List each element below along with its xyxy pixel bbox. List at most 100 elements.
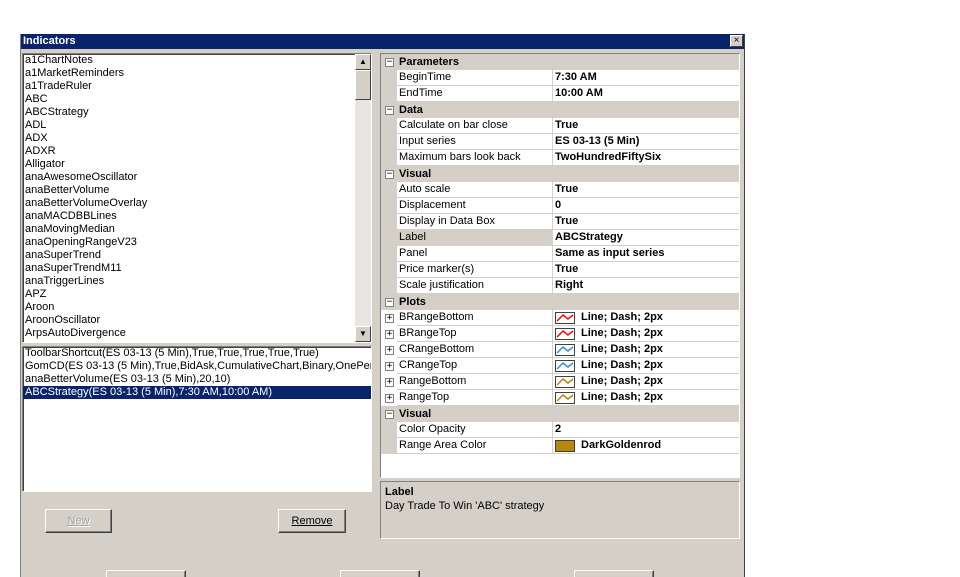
- plot-row[interactable]: + CRangeBottom Line; Dash; 2px: [381, 342, 739, 358]
- property-value[interactable]: TwoHundredFiftySix: [553, 150, 739, 166]
- ok-button[interactable]: [106, 570, 186, 577]
- property-row-color-opacity[interactable]: Color Opacity 2: [381, 422, 739, 438]
- applied-indicator-list[interactable]: ToolbarShortcut(ES 03-13 (5 Min),True,Tr…: [22, 346, 372, 492]
- scroll-down-icon[interactable]: ▼: [355, 326, 371, 342]
- property-row-label[interactable]: Label ABCStrategy: [381, 230, 739, 246]
- property-value[interactable]: Same as input series: [553, 246, 739, 262]
- property-value[interactable]: 7:30 AM: [553, 70, 739, 86]
- category-data[interactable]: − Data: [381, 102, 739, 118]
- property-grid[interactable]: − Parameters BeginTime 7:30 AM EndTime 1…: [380, 53, 740, 478]
- property-value[interactable]: True: [553, 182, 739, 198]
- plot-row[interactable]: + RangeBottom Line; Dash; 2px: [381, 374, 739, 390]
- property-value[interactable]: 2: [553, 422, 739, 438]
- property-row-endtime[interactable]: EndTime 10:00 AM: [381, 86, 739, 102]
- list-item[interactable]: a1ChartNotes: [23, 54, 371, 67]
- list-item[interactable]: ArpsAutoDivergence: [23, 327, 371, 340]
- indicator-list-scrollbar[interactable]: ▲ ▼: [355, 54, 371, 342]
- applied-item[interactable]: ABCStrategy(ES 03-13 (5 Min),7:30 AM,10:…: [23, 386, 371, 399]
- list-item[interactable]: anaMovingMedian: [23, 223, 371, 236]
- property-value[interactable]: Line; Dash; 2px: [553, 374, 739, 390]
- property-value[interactable]: True: [553, 214, 739, 230]
- list-item[interactable]: a1TradeRuler: [23, 80, 371, 93]
- collapse-icon[interactable]: −: [385, 298, 394, 307]
- property-value[interactable]: Line; Dash; 2px: [553, 310, 739, 326]
- expand-icon[interactable]: +: [385, 314, 394, 323]
- property-value[interactable]: Right: [553, 278, 739, 294]
- property-row-display-in-data-box[interactable]: Display in Data Box True: [381, 214, 739, 230]
- plot-row[interactable]: + BRangeTop Line; Dash; 2px: [381, 326, 739, 342]
- property-name: Label: [397, 230, 553, 246]
- property-value[interactable]: Line; Dash; 2px: [553, 390, 739, 406]
- property-value[interactable]: Line; Dash; 2px: [553, 358, 739, 374]
- category-parameters[interactable]: − Parameters: [381, 54, 739, 70]
- list-item[interactable]: anaMACDBBLines: [23, 210, 371, 223]
- scroll-up-icon[interactable]: ▲: [355, 54, 371, 70]
- plot-row[interactable]: + CRangeTop Line; Dash; 2px: [381, 358, 739, 374]
- property-value[interactable]: True: [553, 118, 739, 134]
- property-value[interactable]: ABCStrategy: [553, 230, 739, 246]
- applied-item[interactable]: GomCD(ES 03-13 (5 Min),True,BidAsk,Cumul…: [23, 360, 371, 373]
- close-icon[interactable]: ×: [730, 35, 743, 47]
- property-name: Calculate on bar close: [397, 118, 553, 134]
- category-visual-2[interactable]: − Visual: [381, 406, 739, 422]
- list-item[interactable]: ADXR: [23, 145, 371, 158]
- property-row-calc-on-bar-close[interactable]: Calculate on bar close True: [381, 118, 739, 134]
- collapse-icon[interactable]: −: [385, 410, 394, 419]
- expand-icon[interactable]: +: [385, 394, 394, 403]
- plot-row[interactable]: + RangeTop Line; Dash; 2px: [381, 390, 739, 406]
- cancel-button[interactable]: [340, 570, 420, 577]
- collapse-icon[interactable]: −: [385, 58, 394, 67]
- list-item[interactable]: anaAwesomeOscillator: [23, 171, 371, 184]
- property-row-begintime[interactable]: BeginTime 7:30 AM: [381, 70, 739, 86]
- property-name: RangeBottom: [397, 374, 553, 390]
- expand-icon[interactable]: +: [385, 330, 394, 339]
- property-row-max-bars[interactable]: Maximum bars look back TwoHundredFiftySi…: [381, 150, 739, 166]
- property-value[interactable]: 10:00 AM: [553, 86, 739, 102]
- list-item[interactable]: anaOpeningRangeV23: [23, 236, 371, 249]
- list-item[interactable]: Alligator: [23, 158, 371, 171]
- remove-button[interactable]: Remove: [278, 509, 346, 533]
- list-item[interactable]: ABC: [23, 93, 371, 106]
- list-item[interactable]: ADX: [23, 132, 371, 145]
- property-value[interactable]: ES 03-13 (5 Min): [553, 134, 739, 150]
- property-value[interactable]: DarkGoldenrod: [553, 438, 739, 454]
- list-item[interactable]: anaSuperTrendM11: [23, 262, 371, 275]
- applied-item[interactable]: ToolbarShortcut(ES 03-13 (5 Min),True,Tr…: [23, 347, 371, 360]
- description-panel: Label Day Trade To Win 'ABC' strategy: [380, 481, 740, 539]
- new-button[interactable]: New: [45, 509, 112, 533]
- list-item[interactable]: ABCStrategy: [23, 106, 371, 119]
- property-value[interactable]: Line; Dash; 2px: [553, 326, 739, 342]
- apply-button[interactable]: [574, 570, 654, 577]
- property-row-auto-scale[interactable]: Auto scale True: [381, 182, 739, 198]
- list-item[interactable]: APZ: [23, 288, 371, 301]
- indicator-list[interactable]: a1ChartNotes a1MarketReminders a1TradeRule…: [22, 53, 372, 343]
- property-row-panel[interactable]: Panel Same as input series: [381, 246, 739, 262]
- category-visual[interactable]: − Visual: [381, 166, 739, 182]
- expand-icon[interactable]: +: [385, 346, 394, 355]
- property-row-scale-justification[interactable]: Scale justification Right: [381, 278, 739, 294]
- list-item[interactable]: ADL: [23, 119, 371, 132]
- list-item[interactable]: anaSuperTrend: [23, 249, 371, 262]
- list-item[interactable]: Aroon: [23, 301, 371, 314]
- property-name: BeginTime: [397, 70, 553, 86]
- property-row-price-markers[interactable]: Price marker(s) True: [381, 262, 739, 278]
- property-value[interactable]: Line; Dash; 2px: [553, 342, 739, 358]
- collapse-icon[interactable]: −: [385, 170, 394, 179]
- expand-icon[interactable]: +: [385, 378, 394, 387]
- list-item[interactable]: anaBetterVolume: [23, 184, 371, 197]
- expand-icon[interactable]: +: [385, 362, 394, 371]
- plot-row[interactable]: + BRangeBottom Line; Dash; 2px: [381, 310, 739, 326]
- property-row-range-area-color[interactable]: Range Area Color DarkGoldenrod: [381, 438, 739, 454]
- property-value[interactable]: True: [553, 262, 739, 278]
- list-item[interactable]: anaBetterVolumeOverlay: [23, 197, 371, 210]
- scroll-thumb[interactable]: [355, 70, 371, 100]
- collapse-icon[interactable]: −: [385, 106, 394, 115]
- property-row-input-series[interactable]: Input series ES 03-13 (5 Min): [381, 134, 739, 150]
- applied-item[interactable]: anaBetterVolume(ES 03-13 (5 Min),20,10): [23, 373, 371, 386]
- list-item[interactable]: AroonOscillator: [23, 314, 371, 327]
- list-item[interactable]: a1MarketReminders: [23, 67, 371, 80]
- category-plots[interactable]: − Plots: [381, 294, 739, 310]
- list-item[interactable]: anaTriggerLines: [23, 275, 371, 288]
- property-value[interactable]: 0: [553, 198, 739, 214]
- property-row-displacement[interactable]: Displacement 0: [381, 198, 739, 214]
